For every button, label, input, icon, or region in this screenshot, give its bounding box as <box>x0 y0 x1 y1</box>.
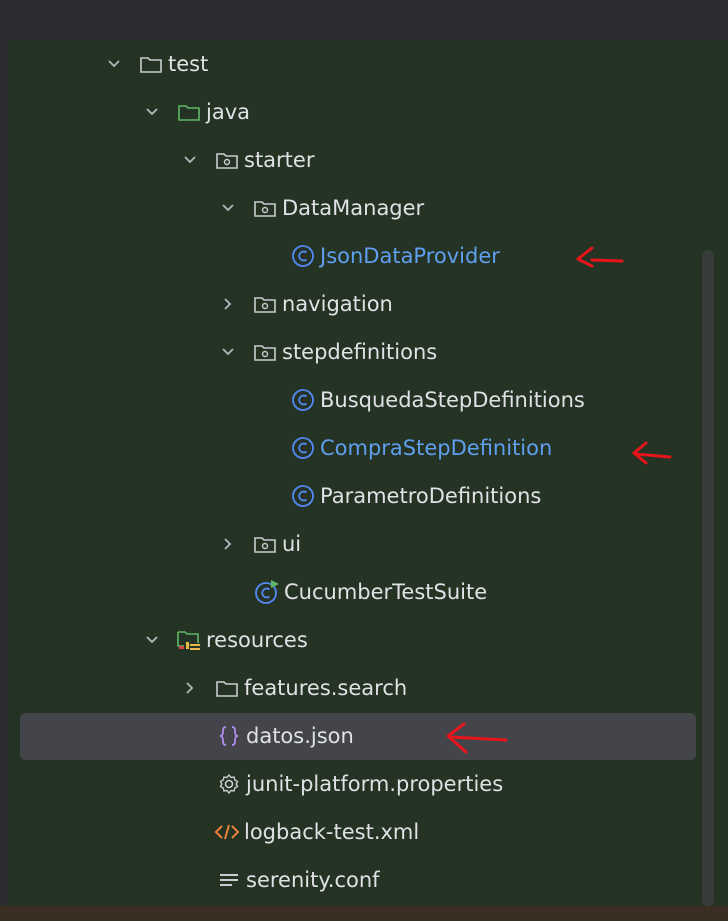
tree-item-resources[interactable]: resources <box>142 620 308 660</box>
tree-item-parametrodefinitions[interactable]: ParametroDefinitions <box>290 476 541 516</box>
tree-item-label: CompraStepDefinition <box>320 436 553 460</box>
bottom-edge <box>0 906 728 921</box>
tree-item-datamanager[interactable]: DataManager <box>218 188 424 228</box>
tree-item-busquedastepdefinitions[interactable]: BusquedaStepDefinitions <box>290 380 585 420</box>
tree-item-navigation[interactable]: navigation <box>218 284 393 324</box>
tree-item-label: stepdefinitions <box>282 340 438 364</box>
package-icon <box>252 195 278 221</box>
chevron-down-icon[interactable] <box>218 203 238 213</box>
tree-item-label: serenity.conf <box>246 868 380 892</box>
tree-item-label: starter <box>244 148 315 172</box>
chevron-down-icon[interactable] <box>180 155 200 165</box>
left-edge-strip <box>0 0 8 921</box>
tree-item-label: navigation <box>282 292 393 316</box>
class-icon <box>290 483 316 509</box>
gear-icon <box>216 771 242 797</box>
package-icon <box>252 531 278 557</box>
resources-folder-icon <box>176 627 202 653</box>
tree-item-label: junit-platform.properties <box>246 772 504 796</box>
tree-item-label: java <box>206 100 250 124</box>
chevron-down-icon[interactable] <box>218 347 238 357</box>
arrow-compra-step <box>632 441 672 465</box>
tree-item-comprastepdefinition[interactable]: CompraStepDefinition <box>290 428 552 468</box>
tree-item-label: ui <box>282 532 302 556</box>
chevron-right-icon[interactable] <box>218 537 238 551</box>
tree-item-cucumbertestsuite[interactable]: CucumberTestSuite <box>254 572 487 612</box>
tree-item-label: ParametroDefinitions <box>320 484 542 508</box>
cropped-header <box>0 0 728 40</box>
package-icon <box>252 339 278 365</box>
folder-icon <box>214 675 240 701</box>
selected-row-highlight <box>20 713 696 760</box>
tree-item-label: CucumberTestSuite <box>284 580 488 604</box>
tree-item-serenity-conf[interactable]: serenity.conf <box>216 860 380 900</box>
chevron-right-icon[interactable] <box>218 297 238 311</box>
tree-item-stepdefinitions[interactable]: stepdefinitions <box>218 332 437 372</box>
tree-item-label: features.search <box>244 676 408 700</box>
text-file-icon <box>216 867 242 893</box>
arrow-datos-json <box>446 722 508 754</box>
tree-item-test[interactable]: test <box>104 44 208 84</box>
tree-item-label: logback-test.xml <box>244 820 420 844</box>
json-file-icon <box>216 723 242 749</box>
tree-item-label: JsonDataProvider <box>320 244 500 268</box>
tree-item-features-search[interactable]: features.search <box>180 668 407 708</box>
folder-icon <box>138 51 164 77</box>
tree-item-ui[interactable]: ui <box>218 524 301 564</box>
tree-item-java[interactable]: java <box>142 92 250 132</box>
tree-item-datos-json[interactable]: datos.json <box>216 716 354 756</box>
class-icon <box>290 387 316 413</box>
xml-file-icon <box>214 819 240 845</box>
arrow-json-data-provider <box>576 246 624 268</box>
chevron-right-icon[interactable] <box>180 681 200 695</box>
class-icon <box>290 243 316 269</box>
tree-item-label: test <box>168 52 209 76</box>
class-icon <box>290 435 316 461</box>
tree-item-label: BusquedaStepDefinitions <box>320 388 585 412</box>
tree-item-label: DataManager <box>282 196 425 220</box>
tree-item-starter[interactable]: starter <box>180 140 314 180</box>
chevron-down-icon[interactable] <box>142 107 162 117</box>
runnable-class-icon <box>254 579 280 605</box>
package-icon <box>214 147 240 173</box>
tree-item-junit-platform-properties[interactable]: junit-platform.properties <box>216 764 503 804</box>
tree-item-label: datos.json <box>246 724 354 748</box>
chevron-down-icon[interactable] <box>142 635 162 645</box>
tree-item-label: resources <box>206 628 308 652</box>
vertical-scrollbar[interactable] <box>702 250 714 906</box>
chevron-down-icon[interactable] <box>104 59 124 69</box>
tree-item-jsondataprovider[interactable]: JsonDataProvider <box>290 236 500 276</box>
package-icon <box>252 291 278 317</box>
tree-item-logback-test-xml[interactable]: logback-test.xml <box>214 812 419 852</box>
source-folder-icon <box>176 99 202 125</box>
